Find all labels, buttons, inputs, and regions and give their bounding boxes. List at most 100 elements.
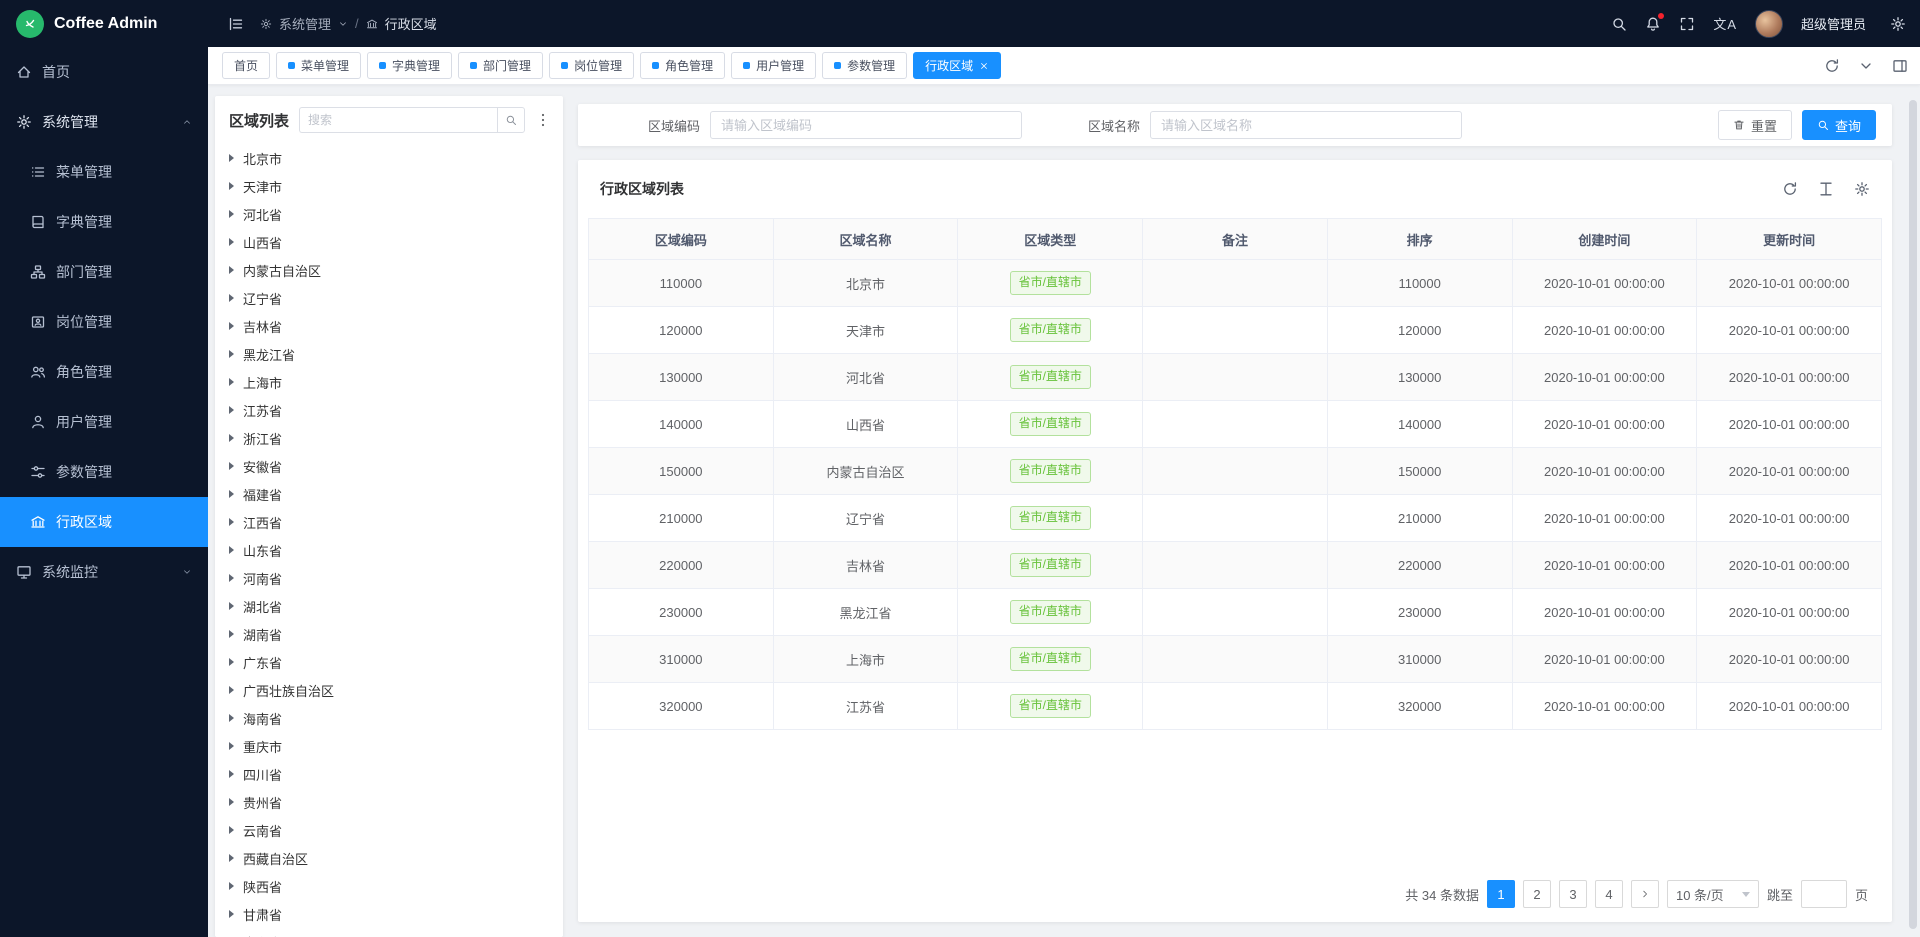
tree-item[interactable]: 广东省 [215,648,563,676]
tab[interactable]: 用户管理 [731,52,816,79]
tree-item[interactable]: 北京市 [215,144,563,172]
next-page-button[interactable] [1631,880,1659,908]
tab[interactable]: 岗位管理 [549,52,634,79]
region-code-input[interactable] [710,111,1022,139]
page-button[interactable]: 1 [1487,880,1515,908]
caret-right-icon[interactable] [229,434,234,442]
tree-item[interactable]: 浙江省 [215,424,563,452]
column-settings-icon[interactable] [1854,181,1870,197]
caret-right-icon[interactable] [229,574,234,582]
page-button[interactable]: 4 [1595,880,1623,908]
sidebar-item-menu-mgmt[interactable]: 菜单管理 [0,147,208,197]
tree-item[interactable]: 甘肃省 [215,900,563,928]
caret-right-icon[interactable] [229,882,234,890]
tree-item[interactable]: 黑龙江省 [215,340,563,368]
sidebar-group-monitor[interactable]: 系统监控 [0,547,208,597]
caret-right-icon[interactable] [229,294,234,302]
caret-right-icon[interactable] [229,322,234,330]
caret-right-icon[interactable] [229,854,234,862]
tree-item[interactable]: 西藏自治区 [215,844,563,872]
table-row[interactable]: 110000 北京市 省市/直辖市 110000 2020-10-01 00:0… [589,260,1882,307]
menu-fold-icon[interactable] [228,16,244,32]
tree-item[interactable]: 重庆市 [215,732,563,760]
tree-item[interactable]: 江西省 [215,508,563,536]
tree-item[interactable]: 上海市 [215,368,563,396]
region-name-input[interactable] [1150,111,1462,139]
tree-item[interactable]: 四川省 [215,760,563,788]
table-row[interactable]: 230000 黑龙江省 省市/直辖市 230000 2020-10-01 00:… [589,589,1882,636]
caret-right-icon[interactable] [229,490,234,498]
tree-item[interactable]: 福建省 [215,480,563,508]
tabs-menu-chevron-icon[interactable] [1858,58,1874,74]
tree-item[interactable]: 河南省 [215,564,563,592]
tree-item[interactable]: 天津市 [215,172,563,200]
tab[interactable]: 角色管理 [640,52,725,79]
tree-item[interactable]: 江苏省 [215,396,563,424]
username[interactable]: 超级管理员 [1801,14,1866,33]
tab[interactable]: 参数管理 [822,52,907,79]
tree-item[interactable]: 山西省 [215,228,563,256]
tab-close-icon[interactable] [979,61,989,71]
sidebar-item-dict-mgmt[interactable]: 字典管理 [0,197,208,247]
table-row[interactable]: 220000 吉林省 省市/直辖市 220000 2020-10-01 00:0… [589,542,1882,589]
tab[interactable]: 行政区域 [913,52,1001,79]
caret-right-icon[interactable] [229,182,234,190]
table-row[interactable]: 210000 辽宁省 省市/直辖市 210000 2020-10-01 00:0… [589,495,1882,542]
row-height-icon[interactable] [1818,181,1834,197]
tab[interactable]: 首页 [222,52,270,79]
page-size-select[interactable]: 10 条/页 [1667,880,1759,908]
tree-search-button[interactable] [497,107,525,133]
tree-item[interactable]: 河北省 [215,200,563,228]
breadcrumb-section[interactable]: 系统管理 [279,14,331,33]
caret-right-icon[interactable] [229,378,234,386]
tree-item[interactable]: 贵州省 [215,788,563,816]
caret-right-icon[interactable] [229,714,234,722]
page-button[interactable]: 2 [1523,880,1551,908]
table-row[interactable]: 130000 河北省 省市/直辖市 130000 2020-10-01 00:0… [589,354,1882,401]
refresh-icon[interactable] [1782,181,1798,197]
fullscreen-icon[interactable] [1679,16,1695,32]
caret-right-icon[interactable] [229,546,234,554]
sidebar-item-dept-mgmt[interactable]: 部门管理 [0,247,208,297]
sidebar-item-user-mgmt[interactable]: 用户管理 [0,397,208,447]
tree-item[interactable]: 海南省 [215,704,563,732]
table-row[interactable]: 140000 山西省 省市/直辖市 140000 2020-10-01 00:0… [589,401,1882,448]
tab[interactable]: 菜单管理 [276,52,361,79]
tree-item[interactable]: 青海省 [215,928,563,937]
translate-icon[interactable]: 文A [1713,14,1737,33]
more-options-icon[interactable] [535,112,551,128]
theme-settings-icon[interactable] [1890,16,1906,32]
table-row[interactable]: 120000 天津市 省市/直辖市 120000 2020-10-01 00:0… [589,307,1882,354]
caret-right-icon[interactable] [229,630,234,638]
caret-right-icon[interactable] [229,350,234,358]
caret-right-icon[interactable] [229,210,234,218]
caret-right-icon[interactable] [229,826,234,834]
tree-item[interactable]: 湖北省 [215,592,563,620]
avatar[interactable] [1755,10,1783,38]
tab[interactable]: 字典管理 [367,52,452,79]
table-row[interactable]: 310000 上海市 省市/直辖市 310000 2020-10-01 00:0… [589,636,1882,683]
bell-icon[interactable] [1645,16,1661,32]
caret-right-icon[interactable] [229,238,234,246]
caret-right-icon[interactable] [229,266,234,274]
refresh-icon[interactable] [1824,58,1840,74]
caret-right-icon[interactable] [229,462,234,470]
caret-right-icon[interactable] [229,742,234,750]
tree-item[interactable]: 安徽省 [215,452,563,480]
caret-right-icon[interactable] [229,686,234,694]
caret-right-icon[interactable] [229,154,234,162]
tree-item[interactable]: 吉林省 [215,312,563,340]
caret-right-icon[interactable] [229,406,234,414]
tree-item[interactable]: 山东省 [215,536,563,564]
tree-item[interactable]: 陕西省 [215,872,563,900]
tree-item[interactable]: 湖南省 [215,620,563,648]
caret-right-icon[interactable] [229,518,234,526]
sidebar-item-home[interactable]: 首页 [0,47,208,97]
layout-panel-icon[interactable] [1892,58,1908,74]
sidebar-item-region[interactable]: 行政区域 [0,497,208,547]
caret-right-icon[interactable] [229,658,234,666]
caret-right-icon[interactable] [229,602,234,610]
sidebar-item-post-mgmt[interactable]: 岗位管理 [0,297,208,347]
page-button[interactable]: 3 [1559,880,1587,908]
tree-item[interactable]: 广西壮族自治区 [215,676,563,704]
